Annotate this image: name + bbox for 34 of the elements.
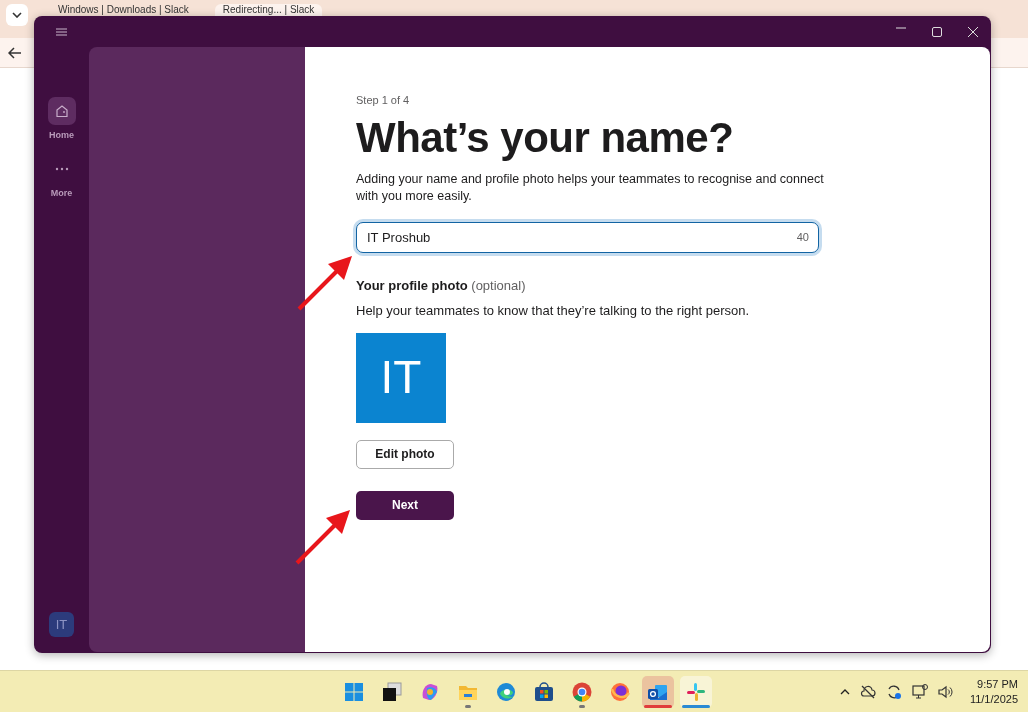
chevron-down-icon xyxy=(12,12,22,18)
network-icon[interactable] xyxy=(911,684,928,699)
close-icon[interactable] xyxy=(968,26,978,37)
more-icon xyxy=(54,166,69,171)
tab-list-button[interactable] xyxy=(6,4,28,26)
character-counter: 40 xyxy=(796,229,809,244)
photo-label: Your profile photo (optional) xyxy=(356,276,527,295)
rail-item[interactable]: More xyxy=(47,154,76,200)
browser-tab[interactable]: Windows | Downloads | Slack xyxy=(50,4,197,16)
date-text: 11/1/2025 xyxy=(969,691,1018,707)
next-button[interactable]: Next xyxy=(356,490,454,520)
maximize-icon[interactable] xyxy=(932,26,942,37)
edit-photo-button[interactable]: Edit photo xyxy=(356,439,454,469)
profile-avatar: IT xyxy=(356,332,446,423)
back-icon[interactable] xyxy=(8,46,22,59)
taskbar-app[interactable] xyxy=(642,675,674,708)
volume-icon[interactable] xyxy=(937,684,954,699)
home-icon xyxy=(54,104,69,118)
browser-tab[interactable]: Redirecting... | Slack xyxy=(214,4,323,16)
arrow-annotation xyxy=(294,508,352,566)
photo-hint: Help your teammates to know that they’re talking to the right person. xyxy=(356,302,751,321)
step-text: Step 1 of 4 xyxy=(356,93,411,108)
menu-icon[interactable] xyxy=(56,27,67,36)
cloud-off-icon[interactable] xyxy=(859,684,876,699)
description-text: Adding your name and profile photo helps your teammates to recognise and connect with you more easily. xyxy=(356,170,825,206)
chevron-up-icon[interactable] xyxy=(839,688,850,695)
minimize-icon[interactable] xyxy=(896,26,906,29)
task-view-icon xyxy=(380,679,404,704)
store-icon xyxy=(532,679,556,704)
arrow-annotation xyxy=(296,254,354,312)
clock[interactable]: 9:57 PM 11/1/2025 xyxy=(969,676,1018,707)
time-text: 9:57 PM xyxy=(976,676,1018,692)
page-heading: What’s your name? xyxy=(356,114,735,161)
user-avatar[interactable]: IT xyxy=(49,612,74,637)
